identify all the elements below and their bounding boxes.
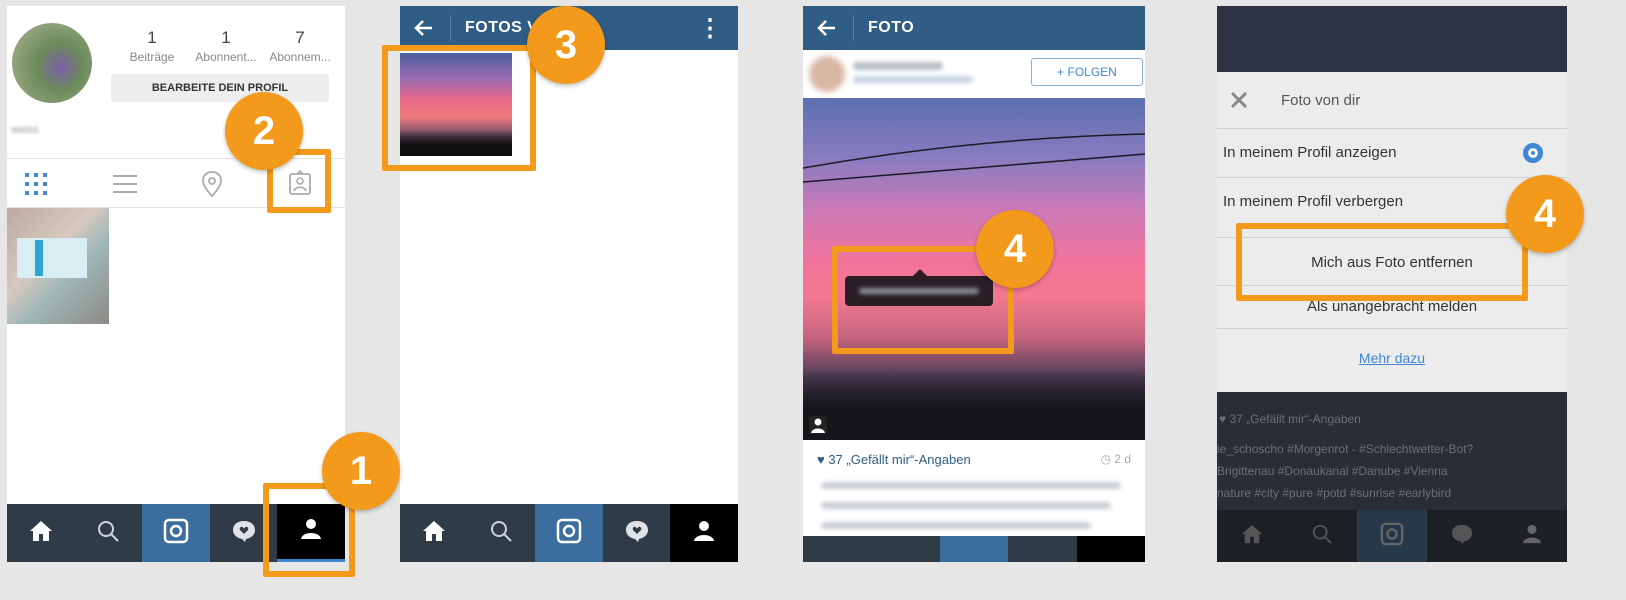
highlight-tagged-photo xyxy=(382,45,536,171)
location-pin-icon[interactable] xyxy=(200,170,224,198)
camera-icon xyxy=(1380,522,1404,551)
home-icon xyxy=(422,520,446,547)
search-icon xyxy=(489,519,513,548)
nav-activity[interactable] xyxy=(1008,536,1076,562)
stat-followers-label: Abonnent... xyxy=(195,50,257,64)
radio-selected-icon[interactable] xyxy=(1523,143,1543,163)
nav-home[interactable] xyxy=(803,536,871,562)
learn-more-link[interactable]: Mehr dazu xyxy=(1217,350,1567,366)
bottom-nav xyxy=(803,536,1145,562)
profile-icon xyxy=(692,519,716,548)
avatar[interactable] xyxy=(12,23,92,103)
speech-heart-icon xyxy=(624,519,650,548)
stat-followers[interactable]: 1 Abonnent... xyxy=(189,28,263,64)
bottom-nav xyxy=(1217,510,1567,562)
stat-following-count: 7 xyxy=(295,28,305,47)
highlight-remove-option xyxy=(1236,223,1528,301)
step-badge: 4 xyxy=(976,210,1054,288)
speech-heart-icon xyxy=(1450,523,1474,550)
background-caption: nature #city #pure #potd #sunrise #early… xyxy=(1217,486,1452,500)
nav-camera[interactable] xyxy=(142,504,210,562)
grid-view-icon[interactable] xyxy=(23,171,49,197)
nav-activity[interactable] xyxy=(603,504,671,562)
search-icon xyxy=(1311,523,1333,550)
close-icon[interactable] xyxy=(1229,90,1249,110)
stat-posts-count: 1 xyxy=(147,28,157,47)
page: { "panel1": { "stats": [ {"count":"1","l… xyxy=(0,0,1626,600)
stat-following[interactable]: 7 Abonnem... xyxy=(263,28,337,64)
overflow-menu-icon[interactable]: ⋮ xyxy=(698,14,722,43)
step-badge: 1 xyxy=(322,432,400,510)
stat-followers-count: 1 xyxy=(221,28,231,47)
dim-header-backdrop xyxy=(1217,6,1567,72)
poster-avatar[interactable] xyxy=(809,56,845,92)
step-badge: 3 xyxy=(527,6,605,84)
nav-camera[interactable] xyxy=(939,536,1009,562)
option-show-in-profile[interactable]: In meinem Profil anzeigen xyxy=(1217,129,1567,177)
nav-home[interactable] xyxy=(400,504,468,562)
bottom-nav xyxy=(400,504,738,562)
option-show-label: In meinem Profil anzeigen xyxy=(1223,144,1397,161)
step-badge: 2 xyxy=(225,92,303,170)
home-icon xyxy=(29,520,53,547)
back-arrow-icon[interactable] xyxy=(815,16,839,40)
nav-home[interactable] xyxy=(1217,510,1287,562)
post-time: ◷ 2 d xyxy=(1100,452,1132,466)
background-caption: ie_schoscho #Morgenrot - #Schlechtwetter… xyxy=(1217,442,1474,456)
app-header: FOTO xyxy=(803,6,1145,50)
edit-profile-button[interactable]: BEARBEITE DEIN PROFIL xyxy=(111,74,329,102)
poster-location xyxy=(853,76,973,83)
nav-profile[interactable] xyxy=(1076,536,1145,562)
caption-line xyxy=(821,522,1091,529)
camera-icon xyxy=(556,518,582,549)
nav-activity[interactable] xyxy=(1427,510,1497,562)
step-badge: 4 xyxy=(1506,175,1584,253)
like-count[interactable]: ♥ 37 „Gefällt mir“-Angaben xyxy=(817,452,971,467)
list-view-icon[interactable] xyxy=(111,171,139,197)
caption-line xyxy=(821,502,1111,509)
stat-posts[interactable]: 1 Beiträge xyxy=(115,28,189,64)
tagged-people-icon[interactable] xyxy=(809,416,827,434)
nav-camera[interactable] xyxy=(535,504,603,562)
nav-search[interactable] xyxy=(468,504,536,562)
follow-button[interactable]: + FOLGEN xyxy=(1031,58,1143,86)
nav-search[interactable] xyxy=(75,504,143,562)
stat-following-label: Abonnem... xyxy=(269,50,331,64)
dialog-title: Foto von dir xyxy=(1281,92,1361,109)
nav-search[interactable] xyxy=(871,536,939,562)
back-arrow-icon[interactable] xyxy=(412,16,436,40)
profile-icon xyxy=(1521,523,1543,550)
page-title: FOTO xyxy=(868,19,915,36)
background-like-count: ♥ 37 „Gefällt mir“-Angaben xyxy=(1219,412,1361,426)
nav-home[interactable] xyxy=(7,504,75,562)
username: weiss xyxy=(11,124,39,136)
caption-line xyxy=(821,482,1121,489)
profile-photo-thumbnail[interactable] xyxy=(7,208,109,324)
nav-profile[interactable] xyxy=(1497,510,1567,562)
background-caption: Brigittenau #Donaukanal #Danube #Vienna xyxy=(1217,464,1448,478)
speech-heart-icon xyxy=(231,519,257,548)
option-hide-label: In meinem Profil verbergen xyxy=(1223,193,1404,210)
poster-name xyxy=(853,62,943,70)
stat-posts-label: Beiträge xyxy=(129,50,175,64)
nav-search[interactable] xyxy=(1287,510,1357,562)
nav-camera[interactable] xyxy=(1357,510,1427,562)
camera-icon xyxy=(163,518,189,549)
search-icon xyxy=(96,519,120,548)
panel-profile: 1 Beiträge 1 Abonnent... 7 Abonnem... BE… xyxy=(7,6,345,562)
home-icon xyxy=(1241,524,1263,549)
nav-profile[interactable] xyxy=(670,504,738,562)
